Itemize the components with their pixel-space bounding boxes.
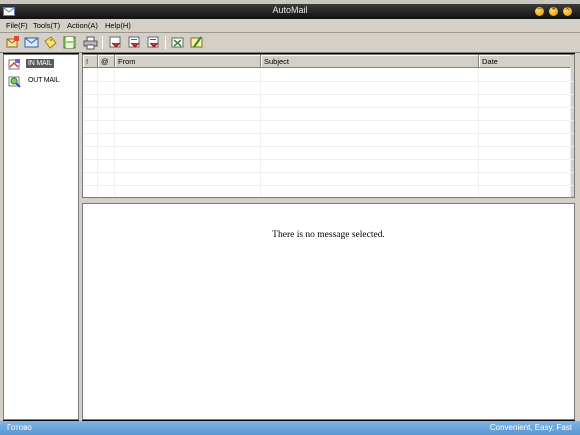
delete-button[interactable] — [170, 35, 185, 50]
grid-line — [83, 133, 574, 134]
status-text: Готово — [7, 423, 32, 432]
title-bar[interactable]: AutoMail – ▪ × — [0, 4, 580, 19]
toolbar-separator — [165, 36, 166, 49]
status-slogan: Convenient, Easy, Fast — [489, 423, 572, 432]
tag-icon — [44, 36, 57, 49]
close-button[interactable]: × — [563, 4, 572, 16]
empty-preview-message: There is no message selected. — [272, 230, 385, 240]
forward-icon — [147, 36, 159, 48]
address-book-button[interactable] — [43, 35, 58, 50]
grid-line — [83, 120, 574, 121]
forward-button[interactable] — [146, 35, 161, 50]
menu-help[interactable]: Help(H) — [105, 21, 131, 30]
grid-line — [83, 185, 574, 186]
sidebar-item-out-mail[interactable]: OUT MAIL — [7, 75, 77, 88]
column-header-date[interactable]: Date — [479, 55, 571, 68]
reply-all-button[interactable] — [127, 35, 142, 50]
reply-icon — [109, 36, 121, 48]
new-mail-icon — [6, 36, 19, 48]
mail-list[interactable]: ! @ From Subject Date — [82, 54, 575, 198]
column-header-from[interactable]: From — [115, 55, 261, 68]
grid-line — [83, 159, 574, 160]
reply-button[interactable] — [108, 35, 123, 50]
window-frame — [575, 53, 580, 421]
grid-line — [83, 172, 574, 173]
column-header-attachment[interactable]: @ — [98, 55, 115, 68]
delete-icon — [171, 37, 184, 48]
column-header-priority[interactable]: ! — [83, 55, 98, 68]
print-icon — [83, 36, 98, 50]
menu-action[interactable]: Action(A) — [67, 21, 98, 30]
toolbar-separator — [102, 36, 103, 49]
save-icon — [63, 36, 76, 49]
settings-button[interactable] — [189, 35, 204, 50]
menu-file[interactable]: File(F) — [6, 21, 28, 30]
toolbar — [0, 33, 580, 53]
grid-line — [83, 146, 574, 147]
send-receive-button[interactable] — [24, 35, 39, 50]
grid-line — [83, 81, 574, 82]
sidebar-item-label: OUT MAIL — [28, 77, 60, 84]
reply-all-icon — [128, 36, 140, 48]
maximize-button[interactable]: ▪ — [549, 4, 558, 16]
message-preview: There is no message selected. — [82, 203, 575, 420]
sidebar-item-label: IN MAIL — [26, 59, 54, 68]
column-header-subject[interactable]: Subject — [261, 55, 479, 68]
status-bar: Готово Convenient, Easy, Fast — [0, 421, 580, 435]
menu-bar: File(F) Tools(T) Action(A) Help(H) — [0, 19, 580, 33]
print-button[interactable] — [83, 35, 98, 50]
minimize-icon: – — [537, 4, 542, 13]
save-button[interactable] — [62, 35, 77, 50]
maximize-icon: ▪ — [552, 4, 555, 13]
grid-line — [83, 107, 574, 108]
inbox-icon — [8, 58, 21, 71]
window-title: AutoMail — [272, 5, 308, 15]
new-mail-button[interactable] — [5, 35, 20, 50]
settings-icon — [190, 36, 203, 48]
grid-line — [83, 94, 574, 95]
sidebar-item-in-mail[interactable]: IN MAIL — [7, 58, 77, 71]
menu-tools[interactable]: Tools(T) — [33, 21, 60, 30]
folder-sidebar: IN MAIL OUT MAIL — [3, 54, 79, 420]
close-icon: × — [565, 4, 570, 13]
outbox-icon — [8, 75, 21, 88]
minimize-button[interactable]: – — [535, 4, 544, 16]
envelope-icon — [24, 37, 39, 48]
